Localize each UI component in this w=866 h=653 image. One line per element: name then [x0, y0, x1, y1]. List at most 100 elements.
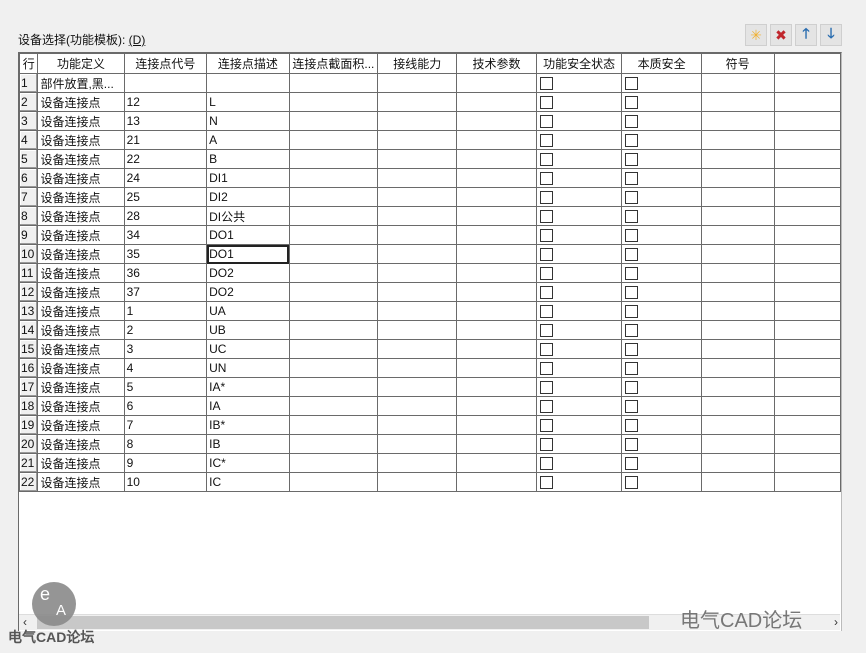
functional-safety-checkbox[interactable]	[539, 362, 553, 376]
row-number[interactable]: 5	[19, 149, 39, 169]
cell-code[interactable]: 12	[123, 92, 208, 112]
cell-cross-section[interactable]	[288, 282, 379, 302]
functional-safety-checkbox[interactable]	[539, 476, 553, 490]
cell-description[interactable]: B	[206, 149, 290, 169]
column-header[interactable]: 连接点截面积...	[288, 53, 379, 74]
cell-function[interactable]: 设备连接点	[37, 168, 125, 188]
cell-wiring-capacity[interactable]	[377, 244, 458, 264]
cell-wiring-capacity[interactable]	[377, 320, 458, 340]
table-row[interactable]: 8 设备连接点 28 DI公共	[19, 206, 841, 226]
cell-tech-params[interactable]	[456, 377, 537, 397]
table-row[interactable]: 7 设备连接点 25 DI2	[19, 187, 841, 207]
cell-cross-section[interactable]	[288, 111, 379, 131]
cell-wiring-capacity[interactable]	[377, 415, 458, 435]
cell-code[interactable]	[123, 73, 208, 93]
cell-symbol[interactable]	[700, 225, 775, 245]
cell-tech-params[interactable]	[456, 168, 537, 188]
cell-wiring-capacity[interactable]	[377, 187, 458, 207]
table-row[interactable]: 2 设备连接点 12 L	[19, 92, 841, 112]
cell-cross-section[interactable]	[288, 320, 379, 340]
cell-description[interactable]: DO2	[206, 263, 290, 283]
cell-code[interactable]: 8	[123, 434, 208, 454]
cell-tech-params[interactable]	[456, 130, 537, 150]
cell-function[interactable]: 设备连接点	[37, 130, 125, 150]
cell-cross-section[interactable]	[288, 168, 379, 188]
column-header[interactable]: 连接点描述	[206, 53, 290, 74]
cell-tech-params[interactable]	[456, 339, 537, 359]
cell-code[interactable]: 13	[123, 111, 208, 131]
cell-cross-section[interactable]	[288, 339, 379, 359]
cell-tech-params[interactable]	[456, 206, 537, 226]
cell-function[interactable]: 设备连接点	[37, 187, 125, 207]
cell-description[interactable]: IB*	[206, 415, 290, 435]
cell-symbol[interactable]	[700, 206, 775, 226]
cell-code[interactable]: 4	[123, 358, 208, 378]
cell-wiring-capacity[interactable]	[377, 282, 458, 302]
cell-tech-params[interactable]	[456, 320, 537, 340]
cell-code[interactable]: 7	[123, 415, 208, 435]
cell-tech-params[interactable]	[456, 187, 537, 207]
functional-safety-checkbox[interactable]	[539, 210, 553, 224]
cell-cross-section[interactable]	[288, 92, 379, 112]
cell-description[interactable]: IA*	[206, 377, 290, 397]
cell-code[interactable]: 25	[123, 187, 208, 207]
row-number[interactable]: 4	[19, 130, 39, 150]
table-row[interactable]: 5 设备连接点 22 B	[19, 149, 841, 169]
table-row[interactable]: 21 设备连接点 9 IC*	[19, 453, 841, 473]
cell-tech-params[interactable]	[456, 225, 537, 245]
intrinsic-safety-checkbox[interactable]	[625, 210, 639, 224]
cell-description[interactable]: UA	[206, 301, 290, 321]
table-row[interactable]: 14 设备连接点 2 UB	[19, 320, 841, 340]
cell-wiring-capacity[interactable]	[377, 206, 458, 226]
intrinsic-safety-checkbox[interactable]	[625, 248, 639, 262]
table-row[interactable]: 10 设备连接点 35 DO1	[19, 244, 841, 264]
cell-wiring-capacity[interactable]	[377, 339, 458, 359]
cell-symbol[interactable]	[700, 92, 775, 112]
cell-function[interactable]: 设备连接点	[37, 206, 125, 226]
cell-wiring-capacity[interactable]	[377, 73, 458, 93]
cell-wiring-capacity[interactable]	[377, 358, 458, 378]
functional-safety-checkbox[interactable]	[539, 172, 553, 186]
cell-description[interactable]: UN	[206, 358, 290, 378]
cell-symbol[interactable]	[700, 130, 775, 150]
cell-code[interactable]: 6	[123, 396, 208, 416]
cell-cross-section[interactable]	[288, 472, 379, 492]
cell-code[interactable]: 21	[123, 130, 208, 150]
cell-cross-section[interactable]	[288, 415, 379, 435]
cell-code[interactable]: 36	[123, 263, 208, 283]
cell-code[interactable]: 5	[123, 377, 208, 397]
intrinsic-safety-checkbox[interactable]	[625, 77, 639, 91]
cell-symbol[interactable]	[700, 282, 775, 302]
cell-tech-params[interactable]	[456, 358, 537, 378]
cell-cross-section[interactable]	[288, 396, 379, 416]
row-number[interactable]: 13	[19, 301, 39, 321]
table-row[interactable]: 11 设备连接点 36 DO2	[19, 263, 841, 283]
cell-cross-section[interactable]	[288, 244, 379, 264]
row-number[interactable]: 14	[19, 320, 39, 340]
cell-wiring-capacity[interactable]	[377, 377, 458, 397]
cell-function[interactable]: 设备连接点	[37, 358, 125, 378]
cell-tech-params[interactable]	[456, 111, 537, 131]
intrinsic-safety-checkbox[interactable]	[625, 476, 639, 490]
cell-symbol[interactable]	[700, 415, 775, 435]
cell-function[interactable]: 设备连接点	[37, 472, 125, 492]
row-number[interactable]: 22	[19, 472, 39, 492]
cell-symbol[interactable]	[700, 301, 775, 321]
intrinsic-safety-checkbox[interactable]	[625, 362, 639, 376]
table-row[interactable]: 3 设备连接点 13 N	[19, 111, 841, 131]
cell-cross-section[interactable]	[288, 73, 379, 93]
cell-wiring-capacity[interactable]	[377, 263, 458, 283]
functional-safety-checkbox[interactable]	[539, 191, 553, 205]
cell-description[interactable]: A	[206, 130, 290, 150]
cell-symbol[interactable]	[700, 149, 775, 169]
cell-symbol[interactable]	[700, 339, 775, 359]
table-row[interactable]: 19 设备连接点 7 IB*	[19, 415, 841, 435]
row-number[interactable]: 3	[19, 111, 39, 131]
row-number[interactable]: 2	[19, 92, 39, 112]
functional-safety-checkbox[interactable]	[539, 324, 553, 338]
cell-function[interactable]: 设备连接点	[37, 263, 125, 283]
table-row[interactable]: 17 设备连接点 5 IA*	[19, 377, 841, 397]
cell-tech-params[interactable]	[456, 282, 537, 302]
cell-wiring-capacity[interactable]	[377, 472, 458, 492]
cell-code[interactable]: 34	[123, 225, 208, 245]
